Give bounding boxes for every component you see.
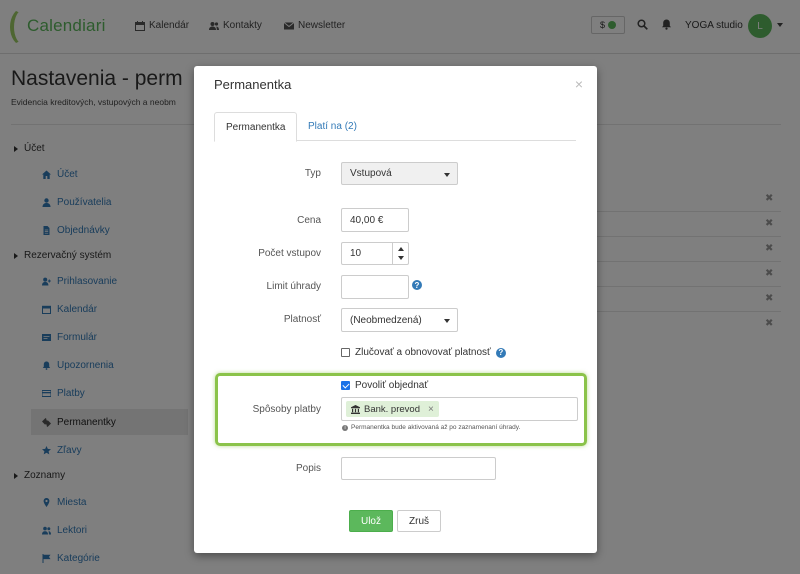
- allow-order-label: Povoliť objednať: [355, 380, 429, 391]
- allow-order-row[interactable]: Povoliť objednať: [341, 380, 428, 391]
- decrement-icon[interactable]: [398, 256, 404, 260]
- payment-methods-label: Spôsoby platby: [252, 404, 321, 415]
- info-icon: i: [342, 424, 348, 431]
- description-input[interactable]: [341, 457, 496, 480]
- tab-valid-for[interactable]: Platí na (2): [297, 112, 368, 141]
- payment-limit-input[interactable]: [341, 275, 409, 299]
- modal-title: Permanentka: [214, 77, 292, 92]
- bank-icon: [351, 404, 360, 414]
- caret-down-icon: [444, 173, 450, 177]
- tab-pass[interactable]: Permanentka: [214, 112, 298, 142]
- description-label: Popis: [295, 463, 321, 474]
- merge-checkbox[interactable]: [341, 348, 350, 357]
- payment-limit-label: Limit úhrady: [266, 281, 321, 292]
- close-icon[interactable]: ×: [575, 76, 583, 92]
- payment-hint-text: Permanentka bude aktivovaná až po zaznam…: [351, 424, 521, 431]
- entries-stepper[interactable]: 10: [341, 242, 409, 265]
- stepper-arrows[interactable]: [392, 243, 408, 265]
- cancel-button[interactable]: Zruš: [397, 510, 441, 532]
- price-label: Cena: [297, 215, 321, 226]
- help-icon[interactable]: ?: [412, 280, 422, 290]
- save-button[interactable]: Ulož: [349, 510, 393, 532]
- price-input[interactable]: 40,00 €: [341, 208, 409, 232]
- help-icon[interactable]: ?: [495, 347, 506, 358]
- payment-method-tag[interactable]: Bank. prevod ×: [346, 401, 439, 417]
- payment-methods-input[interactable]: Bank. prevod ×: [341, 397, 578, 421]
- entries-value: 10: [350, 248, 362, 259]
- merge-checkbox-row[interactable]: Zlučovať a obnovovať platnosť ?: [341, 347, 506, 358]
- payment-hint: i Permanentka bude aktivovaná až po zazn…: [342, 424, 520, 431]
- validity-value: (Neobmedzená): [350, 314, 422, 326]
- pass-modal: Permanentka × Permanentka Platí na (2) T…: [194, 66, 597, 553]
- increment-icon[interactable]: [398, 247, 404, 251]
- caret-down-icon: [444, 319, 450, 323]
- price-value: 40,00 €: [350, 214, 384, 226]
- validity-label: Platnosť: [283, 314, 321, 325]
- entries-label: Počet vstupov: [258, 248, 321, 259]
- tag-label: Bank. prevod: [364, 403, 420, 415]
- merge-label: Zlučovať a obnovovať platnosť: [355, 347, 491, 358]
- type-value: Vstupová: [350, 168, 392, 179]
- validity-select[interactable]: (Neobmedzená): [341, 308, 458, 332]
- type-label: Typ: [304, 168, 321, 179]
- modal-tabs: Permanentka Platí na (2): [214, 112, 576, 142]
- remove-tag-icon[interactable]: ×: [428, 404, 434, 415]
- type-select[interactable]: Vstupová: [341, 162, 458, 185]
- allow-order-checkbox[interactable]: [341, 381, 350, 390]
